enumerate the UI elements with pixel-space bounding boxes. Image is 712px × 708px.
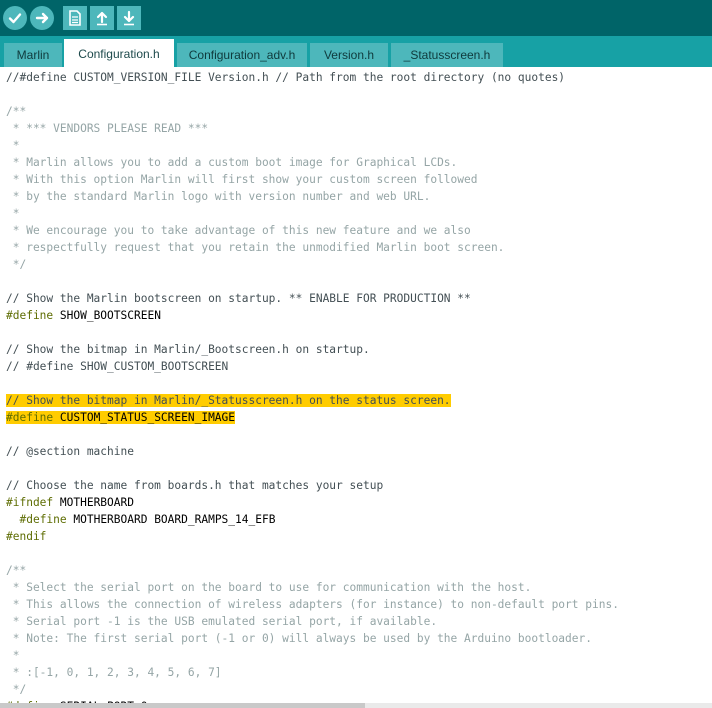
code-line: * *** VENDORS PLEASE READ *** — [6, 120, 208, 137]
code-line: * Marlin allows you to add a custom boot… — [6, 154, 458, 171]
code-line: */ — [6, 681, 26, 698]
code-line: // Choose the name from boards.h that ma… — [6, 477, 383, 494]
code-line: // #define SHOW_CUSTOM_BOOTSCREEN — [6, 358, 228, 375]
code-line: #define SHOW_BOOTSCREEN — [6, 307, 161, 324]
code-line: /** — [6, 103, 26, 120]
code-token: * This allows the connection of wireless… — [6, 597, 619, 611]
upload-button[interactable] — [30, 6, 54, 30]
arrow-up-icon — [96, 11, 108, 26]
code-token: * — [6, 138, 20, 152]
code-token: * Serial port -1 is the USB emulated ser… — [6, 614, 438, 628]
code-token: // Show the Marlin bootscreen on startup… — [6, 291, 471, 305]
code-token: /** — [6, 563, 27, 577]
code-token: * respectfully request that you retain t… — [6, 240, 505, 254]
code-line: // Show the Marlin bootscreen on startup… — [6, 290, 471, 307]
code-token: * — [6, 648, 20, 662]
code-token: // Show the bitmap in Marlin/_Bootscreen… — [6, 342, 370, 356]
highlighted-code-token: #define — [6, 410, 54, 424]
code-token: // #define SHOW_CUSTOM_BOOTSCREEN — [6, 359, 229, 373]
tab-statusscreen-h[interactable]: _Statusscreen.h — [391, 43, 503, 67]
code-token: * We encourage you to take advantage of … — [6, 223, 471, 237]
code-line: * — [6, 137, 20, 154]
code-line: * We encourage you to take advantage of … — [6, 222, 471, 239]
code-token: * With this option Marlin will first sho… — [6, 172, 478, 186]
tab-configuration-adv-h[interactable]: Configuration_adv.h — [177, 43, 307, 67]
code-token: MOTHERBOARD BOARD_RAMPS_14_EFB — [66, 512, 276, 526]
code-token: #ifndef — [6, 495, 54, 509]
new-button[interactable] — [63, 6, 87, 30]
code-line: */ — [6, 256, 26, 273]
code-token: * Note: The first serial port (-1 or 0) … — [6, 631, 592, 645]
code-line: //#define CUSTOM_VERSION_FILE Version.h … — [6, 69, 565, 86]
tab-label: Configuration.h — [78, 47, 160, 61]
toolbar — [0, 0, 712, 36]
save-button[interactable] — [117, 6, 141, 30]
code-line: // Show the bitmap in Marlin/_Statusscre… — [6, 392, 451, 409]
tab-label: Marlin — [16, 48, 50, 62]
scrollbar-thumb[interactable] — [0, 703, 365, 708]
code-token: */ — [6, 682, 27, 696]
code-line: * :[-1, 0, 1, 2, 3, 4, 5, 6, 7] — [6, 664, 222, 681]
arrow-down-icon — [123, 10, 135, 26]
highlighted-code-token: CUSTOM_STATUS_SCREEN_IMAGE — [53, 410, 236, 424]
highlighted-code-token: // Show the bitmap in Marlin/_Statusscre… — [6, 393, 451, 407]
code-line: /** — [6, 562, 26, 579]
code-line: #define MOTHERBOARD BOARD_RAMPS_14_EFB — [6, 511, 275, 528]
code-line: * This allows the connection of wireless… — [6, 596, 619, 613]
code-token: * Select the serial port on the board to… — [6, 580, 532, 594]
tab-bar: Marlin Configuration.h Configuration_adv… — [0, 36, 712, 67]
tab-configuration-h[interactable]: Configuration.h — [64, 39, 174, 67]
code-editor[interactable]: //#define CUSTOM_VERSION_FILE Version.h … — [0, 67, 712, 703]
tab-marlin[interactable]: Marlin — [4, 43, 62, 67]
code-line: // @section machine — [6, 443, 134, 460]
code-token: #define — [6, 308, 54, 322]
tab-version-h[interactable]: Version.h — [310, 43, 388, 67]
tab-label: Version.h — [323, 48, 375, 62]
code-token: * by the standard Marlin logo with versi… — [6, 189, 431, 203]
code-line: * respectfully request that you retain t… — [6, 239, 505, 256]
new-file-icon — [69, 10, 81, 26]
code-line: #define CUSTOM_STATUS_SCREEN_IMAGE — [6, 409, 236, 426]
code-line: * Select the serial port on the board to… — [6, 579, 532, 596]
code-token: * *** VENDORS PLEASE READ *** — [6, 121, 209, 135]
code-line: * — [6, 205, 20, 222]
code-token: */ — [6, 257, 27, 271]
code-token: MOTHERBOARD — [53, 495, 134, 509]
code-token: #endif — [6, 529, 47, 543]
tab-label: Configuration_adv.h — [188, 48, 296, 62]
code-token: #define — [19, 512, 67, 526]
code-line: * Note: The first serial port (-1 or 0) … — [6, 630, 592, 647]
code-token: * Marlin allows you to add a custom boot… — [6, 155, 458, 169]
code-line: * Serial port -1 is the USB emulated ser… — [6, 613, 437, 630]
code-line: #endif — [6, 528, 46, 545]
code-line: // Show the bitmap in Marlin/_Bootscreen… — [6, 341, 370, 358]
code-line: * by the standard Marlin logo with versi… — [6, 188, 431, 205]
code-token: /** — [6, 104, 27, 118]
code-token: // Choose the name from boards.h that ma… — [6, 478, 384, 492]
code-token: * — [6, 206, 20, 220]
code-token: // @section machine — [6, 444, 134, 458]
code-line: * With this option Marlin will first sho… — [6, 171, 478, 188]
code-line: #ifndef MOTHERBOARD — [6, 494, 134, 511]
code-token: //#define CUSTOM_VERSION_FILE Version.h … — [6, 70, 566, 84]
code-token: * :[-1, 0, 1, 2, 3, 4, 5, 6, 7] — [6, 665, 222, 679]
arrow-right-icon — [35, 12, 49, 24]
tab-label: _Statusscreen.h — [403, 48, 491, 62]
verify-button[interactable] — [3, 6, 27, 30]
code-line: * — [6, 647, 20, 664]
code-token: SHOW_BOOTSCREEN — [53, 308, 161, 322]
checkmark-icon — [8, 13, 22, 24]
open-button[interactable] — [90, 6, 114, 30]
